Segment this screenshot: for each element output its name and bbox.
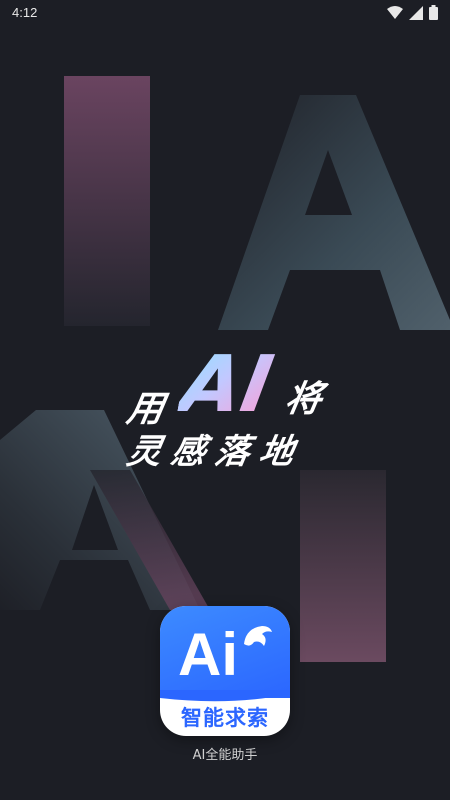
app-icon-ai-text: Ai (178, 621, 238, 688)
battery-icon (429, 5, 438, 20)
wifi-icon (387, 5, 403, 19)
bg-letter-i-bottom (300, 470, 386, 662)
app-icon-label: 智能求索 (181, 706, 269, 730)
dolphin-icon (244, 626, 272, 646)
status-time: 4:12 (12, 5, 38, 20)
app-icon: Ai 智能求索 (160, 606, 290, 736)
status-icons (387, 5, 438, 20)
bg-letter-i-top (64, 76, 150, 326)
splash-screen: 4:12 用 AI 将 灵感落地 Ai 智能求索 AI全能助手 (0, 0, 450, 800)
app-name: AI全能助手 (192, 748, 258, 763)
status-bar: 4:12 (0, 0, 450, 26)
signal-icon (409, 5, 423, 20)
